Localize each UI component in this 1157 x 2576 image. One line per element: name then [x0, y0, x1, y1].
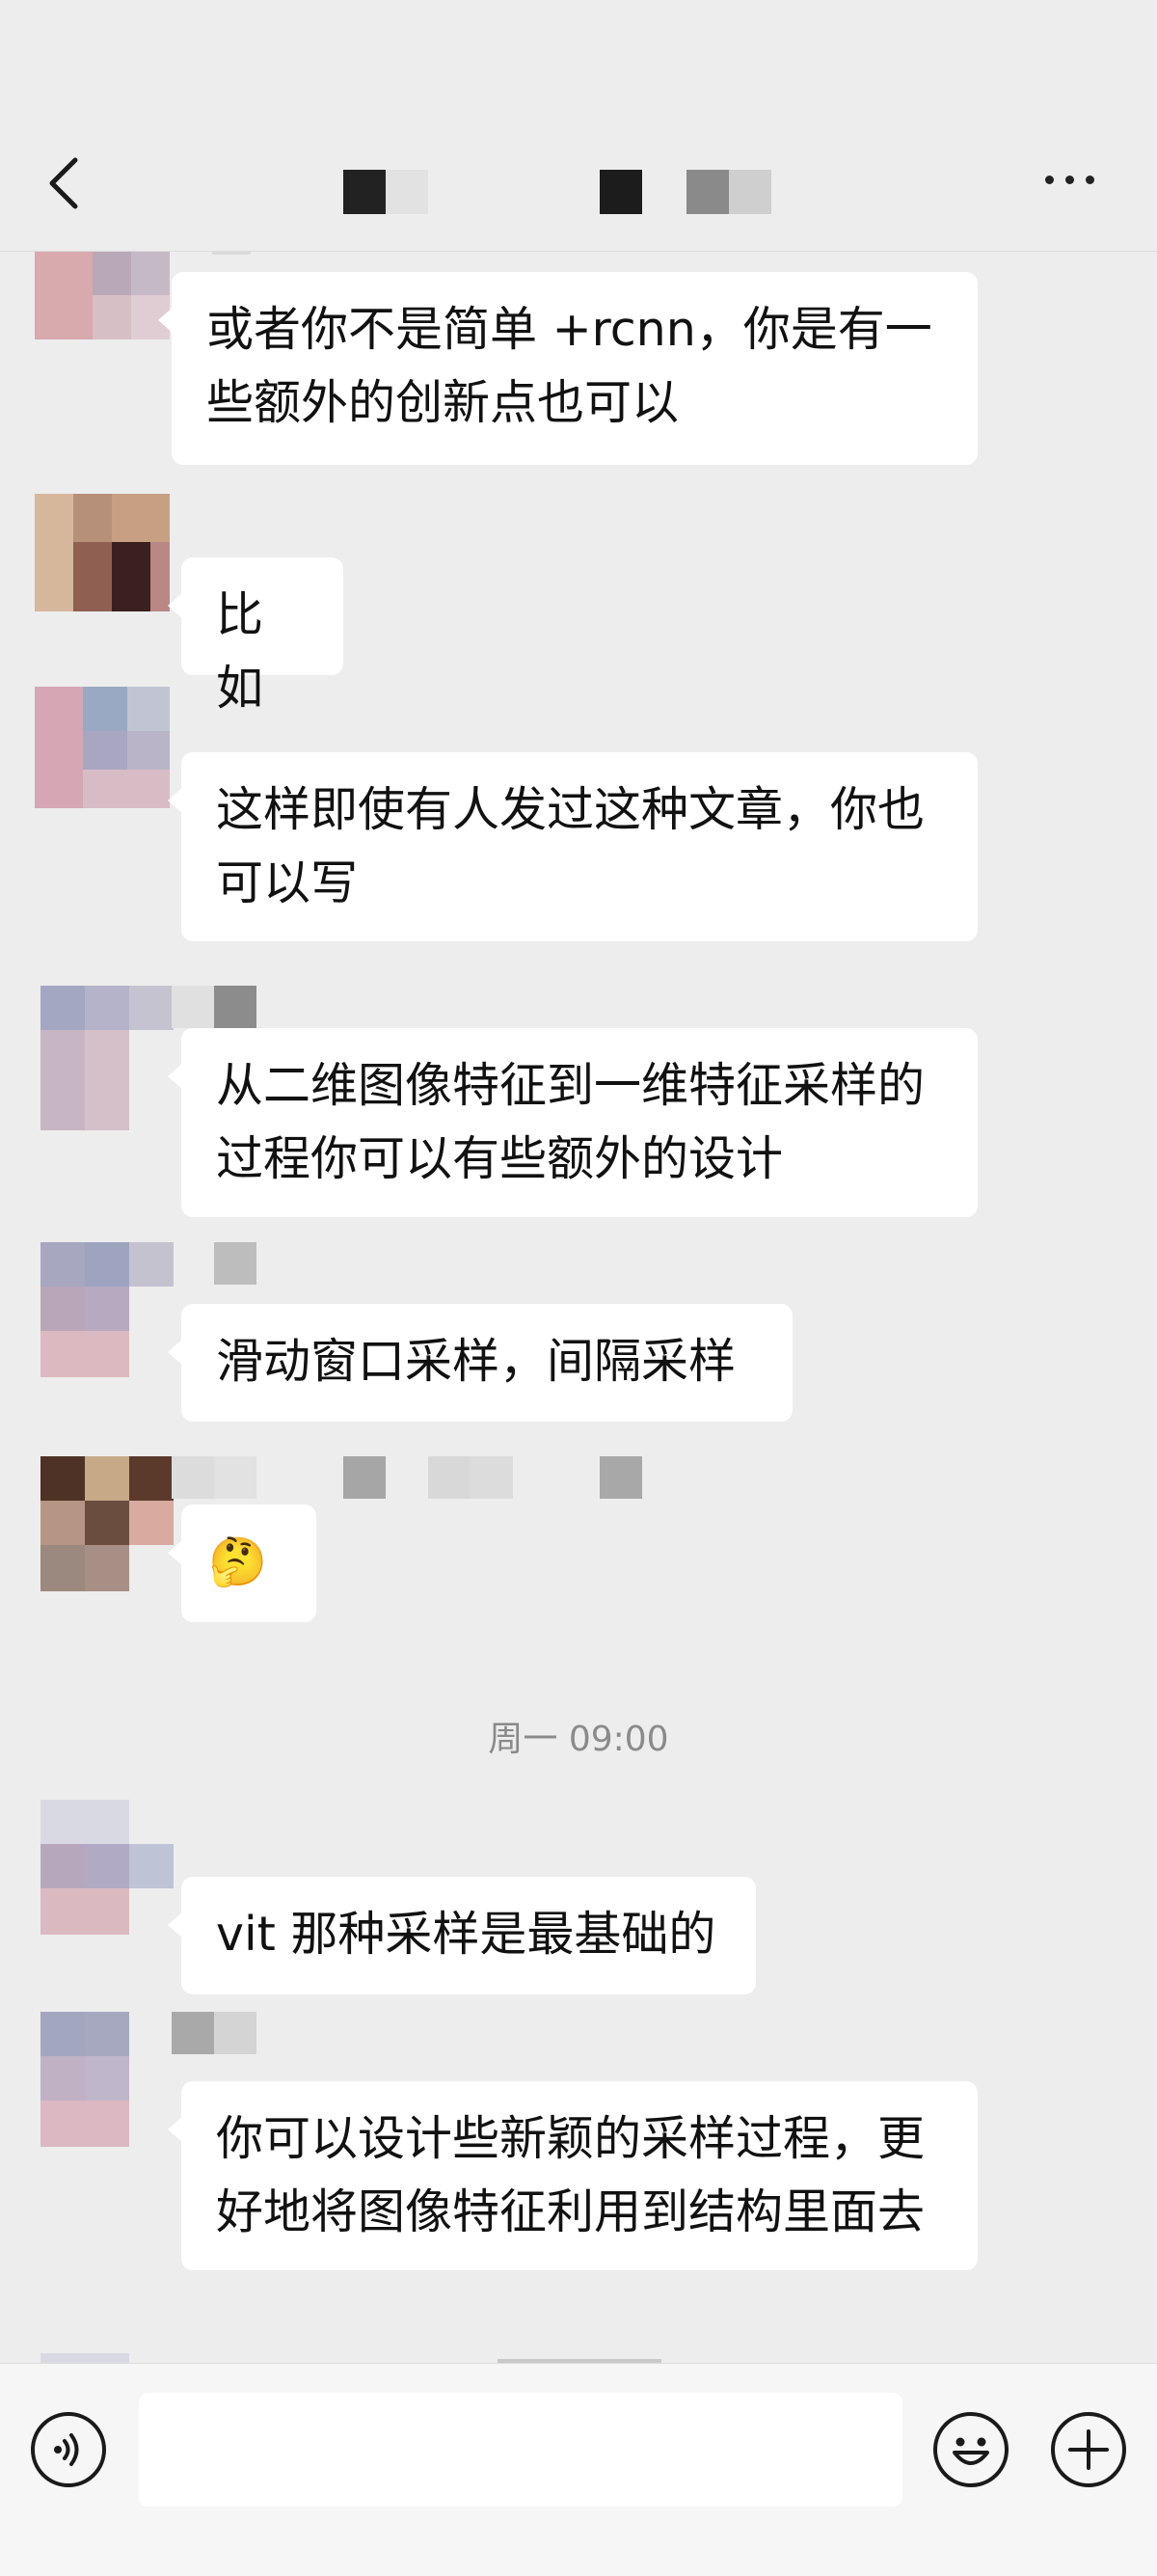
- message-input[interactable]: [139, 2393, 902, 2507]
- chat-messages[interactable]: 或者你不是简单 +rcnn，你是有一些额外的创新点也可以 比如 这样即使有人发过…: [0, 251, 1157, 2363]
- voice-icon[interactable]: [31, 2412, 106, 2487]
- avatar[interactable]: [40, 2012, 175, 2147]
- avatar[interactable]: [40, 986, 175, 1130]
- message-bubble[interactable]: 从二维图像特征到一维特征采样的过程你可以有些额外的设计: [168, 1028, 978, 1217]
- message-bubble[interactable]: 或者你不是简单 +rcnn，你是有一些额外的创新点也可以: [158, 272, 978, 465]
- message-text: 🤔: [208, 1534, 268, 1589]
- message-bubble[interactable]: 比如: [168, 557, 343, 716]
- message-text: 从二维图像特征到一维特征采样的过程你可以有些额外的设计: [216, 1058, 926, 1186]
- message-text: 你可以设计些新颖的采样过程，更好地将图像特征利用到结构里面去: [216, 2111, 926, 2239]
- more-horizontal-icon[interactable]: [1045, 170, 1103, 193]
- message-text: vit 那种采样是最基础的: [216, 1907, 716, 1962]
- chat-header: [0, 0, 1157, 252]
- avatar[interactable]: [40, 1456, 175, 1591]
- input-bar: [0, 2363, 1157, 2576]
- chevron-left-icon[interactable]: [42, 154, 91, 212]
- avatar[interactable]: [35, 251, 170, 339]
- avatar[interactable]: [40, 1242, 175, 1377]
- message-text: 这样即使有人发过这种文章，你也可以写: [216, 782, 926, 910]
- message-bubble[interactable]: 滑动窗口采样，间隔采样: [168, 1304, 793, 1422]
- avatar[interactable]: [35, 494, 170, 611]
- timestamp: 周一 09:00: [488, 1720, 669, 1759]
- message-bubble[interactable]: vit 那种采样是最基础的: [168, 1877, 756, 1994]
- message-text: 或者你不是简单 +rcnn，你是有一些额外的创新点也可以: [206, 302, 932, 430]
- avatar-partial: [40, 2353, 129, 2363]
- avatar[interactable]: [35, 687, 170, 808]
- message-bubble[interactable]: 这样即使有人发过这种文章，你也可以写: [168, 752, 978, 941]
- avatar[interactable]: [40, 1800, 175, 1935]
- emoji-icon[interactable]: [933, 2412, 1009, 2487]
- message-text: 滑动窗口采样，间隔采样: [216, 1334, 737, 1389]
- message-text: 比如: [216, 587, 264, 716]
- message-bubble[interactable]: 🤔: [168, 1505, 316, 1622]
- plus-icon[interactable]: [1051, 2412, 1126, 2487]
- message-bubble[interactable]: 你可以设计些新颖的采样过程，更好地将图像特征利用到结构里面去: [168, 2081, 978, 2270]
